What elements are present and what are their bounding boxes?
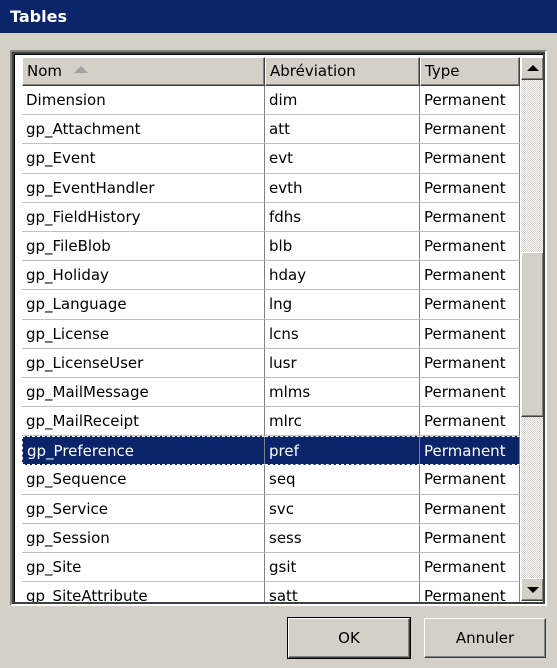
sort-ascending-icon xyxy=(74,66,89,73)
table-row[interactable]: gp_MailReceipt mlrc Permanent xyxy=(22,407,520,437)
cell-name: gp_FileBlob xyxy=(22,231,265,262)
cell-abbreviation: evth xyxy=(265,173,420,203)
cell-type: Permanent xyxy=(420,231,520,262)
cell-type: Permanent xyxy=(420,202,520,232)
cell-type: Permanent xyxy=(420,261,520,291)
cell-name: gp_Language xyxy=(22,290,265,320)
cell-name: gp_Site xyxy=(22,553,265,583)
table-row[interactable]: gp_Service svc Permanent xyxy=(22,494,520,524)
cell-type: Permanent xyxy=(420,144,520,174)
table-row[interactable]: gp_License lcns Permanent xyxy=(22,319,520,349)
cell-name: Dimension xyxy=(22,86,265,116)
cell-abbreviation: dim xyxy=(265,86,420,116)
cell-abbreviation: evt xyxy=(265,144,420,174)
cell-abbreviation: lcns xyxy=(265,319,420,349)
table-row[interactable]: gp_FileBlob blb Permanent xyxy=(22,231,520,262)
tables-list[interactable]: Nom Abréviation Type Dimension dim Permane… xyxy=(10,50,547,606)
tables-list-body[interactable]: Nom Abréviation Type Dimension dim Permane… xyxy=(14,54,543,602)
table-row[interactable]: gp_EventHandler evth Permanent xyxy=(22,173,520,203)
table-header: Nom Abréviation Type xyxy=(22,57,520,86)
cell-abbreviation: sess xyxy=(265,523,420,553)
cell-abbreviation: satt xyxy=(265,582,420,602)
cell-type: Permanent xyxy=(420,348,520,378)
cell-name: gp_FieldHistory xyxy=(22,202,265,232)
table-row[interactable]: gp_FieldHistory fdhs Permanent xyxy=(22,202,520,232)
column-header-type[interactable]: Type xyxy=(420,57,520,86)
cell-abbreviation: seq xyxy=(265,465,420,495)
window-title: Tables xyxy=(0,0,557,33)
cell-abbreviation: lng xyxy=(265,290,420,320)
table-row[interactable]: gp_Session sess Permanent xyxy=(22,523,520,553)
table-row[interactable]: gp_Preference pref Permanent xyxy=(22,436,520,466)
cell-abbreviation: mlrc xyxy=(265,407,420,437)
cell-type: Permanent xyxy=(420,319,520,349)
cell-abbreviation: fdhs xyxy=(265,202,420,232)
cell-type: Permanent xyxy=(420,465,520,495)
cell-name: gp_Holiday xyxy=(22,261,265,291)
table-row[interactable]: gp_SiteAttribute satt Permanent xyxy=(22,582,520,602)
column-header-abbreviation[interactable]: Abréviation xyxy=(265,57,420,86)
cell-type: Permanent xyxy=(420,173,520,203)
cell-type: Permanent xyxy=(420,523,520,553)
column-header-name-label: Nom xyxy=(27,62,63,80)
cell-abbreviation: blb xyxy=(265,231,420,262)
cell-name: gp_Session xyxy=(22,523,265,553)
table-row[interactable]: gp_Sequence seq Permanent xyxy=(22,465,520,495)
cell-name: gp_LicenseUser xyxy=(22,348,265,378)
table-row[interactable]: gp_Language lng Permanent xyxy=(22,290,520,320)
vertical-scrollbar[interactable] xyxy=(521,57,543,601)
cell-name: gp_License xyxy=(22,319,265,349)
cell-type: Permanent xyxy=(420,553,520,583)
table-row[interactable]: gp_Holiday hday Permanent xyxy=(22,261,520,291)
scrollbar-thumb[interactable] xyxy=(521,252,543,417)
cell-name: gp_SiteAttribute xyxy=(22,582,265,602)
cell-name: gp_Attachment xyxy=(22,115,265,145)
cell-type: Permanent xyxy=(420,582,520,602)
cell-type: Permanent xyxy=(420,86,520,116)
table-row[interactable]: Dimension dim Permanent xyxy=(22,86,520,116)
table-row[interactable]: gp_Site gsit Permanent xyxy=(22,553,520,583)
cell-name: gp_EventHandler xyxy=(22,173,265,203)
ok-button[interactable]: OK xyxy=(287,617,411,659)
table-row[interactable]: gp_Event evt Permanent xyxy=(22,144,520,174)
cell-name: gp_Event xyxy=(22,144,265,174)
cell-name: gp_Service xyxy=(22,494,265,524)
cell-type: Permanent xyxy=(420,407,520,437)
cell-abbreviation: svc xyxy=(265,494,420,524)
table-row[interactable]: gp_Attachment att Permanent xyxy=(22,115,520,145)
table-rows: Dimension dim Permanent gp_Attachment att Per… xyxy=(22,86,520,602)
table-row[interactable]: gp_MailMessage mlms Permanent xyxy=(22,377,520,408)
cell-type: Permanent xyxy=(420,290,520,320)
table-row[interactable]: gp_LicenseUser lusr Permanent xyxy=(22,348,520,378)
cell-name: gp_Sequence xyxy=(22,465,265,495)
scroll-down-button[interactable] xyxy=(521,578,543,601)
cell-type: Permanent xyxy=(420,377,520,408)
arrow-up-icon xyxy=(527,65,539,71)
cell-type: Permanent xyxy=(420,494,520,524)
column-header-name[interactable]: Nom xyxy=(22,57,265,86)
cell-name: gp_MailReceipt xyxy=(22,407,265,437)
cancel-button[interactable]: Annuler xyxy=(424,618,546,658)
cell-abbreviation: gsit xyxy=(265,553,420,583)
cell-abbreviation: att xyxy=(265,115,420,145)
cell-name: gp_Preference xyxy=(22,436,265,466)
scroll-up-button[interactable] xyxy=(521,57,543,80)
cell-abbreviation: pref xyxy=(265,436,420,466)
cell-abbreviation: mlms xyxy=(265,377,420,408)
cell-type: Permanent xyxy=(420,436,520,466)
cell-abbreviation: hday xyxy=(265,261,420,291)
cell-type: Permanent xyxy=(420,115,520,145)
cell-abbreviation: lusr xyxy=(265,348,420,378)
cell-name: gp_MailMessage xyxy=(22,377,265,408)
arrow-down-icon xyxy=(527,587,539,593)
